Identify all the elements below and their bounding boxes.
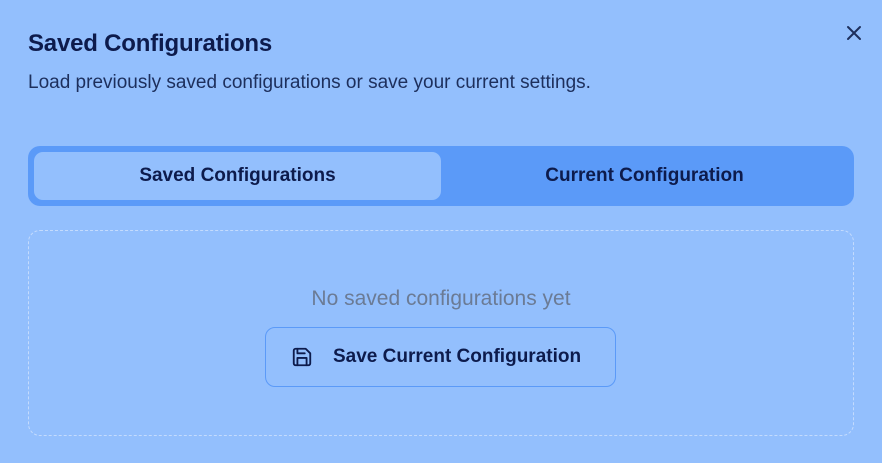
close-button[interactable] bbox=[840, 19, 868, 47]
floppy-disk-icon bbox=[291, 346, 313, 368]
config-tabs: Saved Configurations Current Configurati… bbox=[28, 146, 854, 206]
save-current-configuration-button[interactable]: Save Current Configuration bbox=[265, 327, 616, 387]
saved-configurations-dialog: Saved Configurations Load previously sav… bbox=[0, 0, 882, 463]
dialog-subtitle: Load previously saved configurations or … bbox=[28, 72, 591, 93]
dialog-title: Saved Configurations bbox=[28, 30, 273, 57]
saved-configurations-panel: No saved configurations yet Save Current… bbox=[28, 230, 854, 436]
tab-current-configuration[interactable]: Current Configuration bbox=[441, 152, 848, 200]
empty-state-text: No saved configurations yet bbox=[311, 287, 571, 310]
save-button-label: Save Current Configuration bbox=[333, 346, 582, 367]
tab-saved-configurations[interactable]: Saved Configurations bbox=[34, 152, 441, 200]
close-icon bbox=[847, 26, 861, 40]
